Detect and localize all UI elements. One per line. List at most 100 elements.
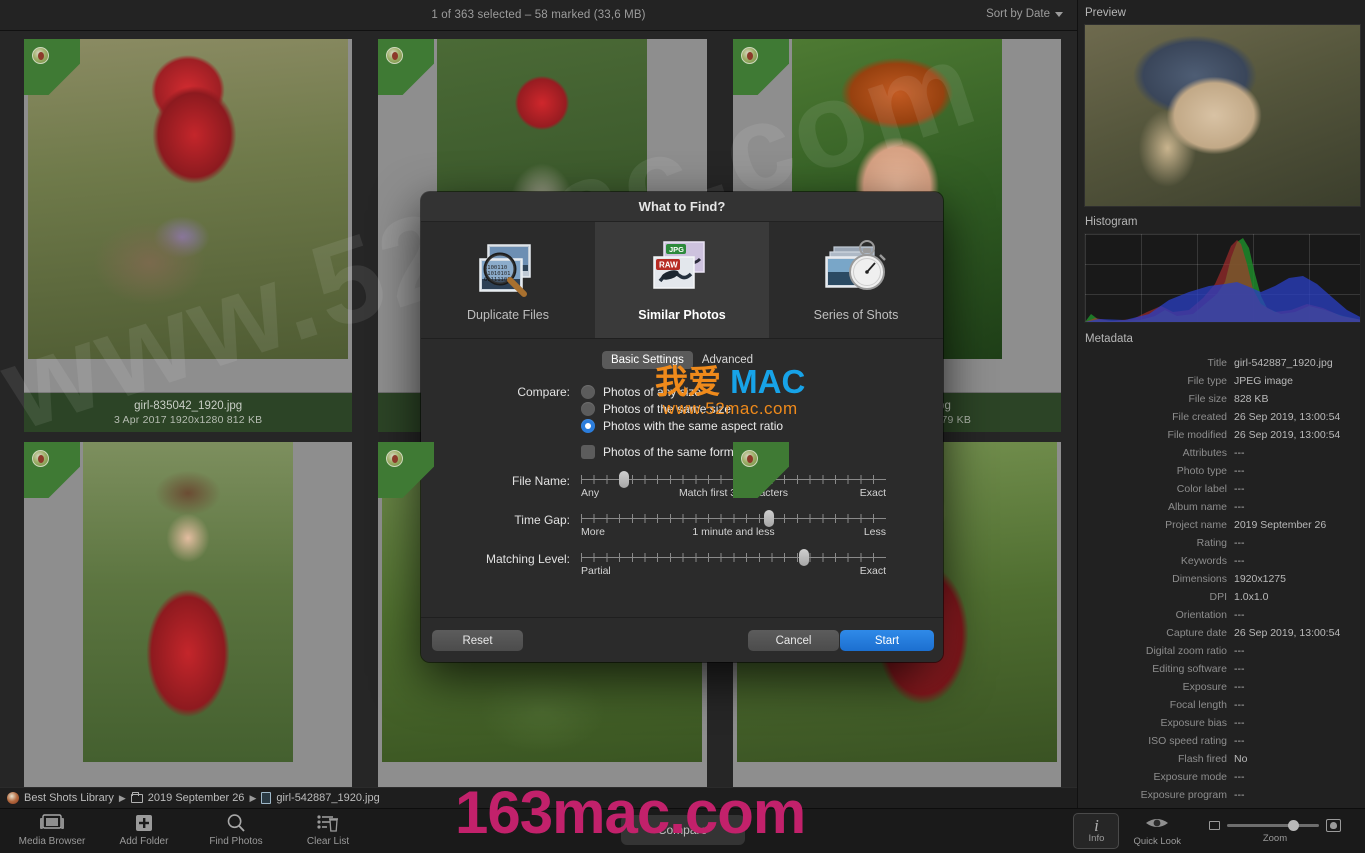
top-status-bar: 1 of 363 selected – 58 marked (33,6 MB) …	[0, 0, 1077, 31]
preview-image	[1084, 24, 1361, 207]
radio-label: Photos of the same size	[603, 402, 731, 416]
metadata-value: ---	[1234, 678, 1245, 696]
eye-icon	[1145, 816, 1169, 835]
breadcrumb[interactable]: Best Shots Library ▶ 2019 September 26 ▶…	[0, 787, 1077, 808]
checkbox-icon[interactable]	[581, 445, 595, 459]
metadata-row: File modified26 Sep 2019, 13:00:54	[1084, 426, 1360, 444]
sort-by-date-dropdown[interactable]: Sort by Date	[986, 8, 1063, 20]
settings-tabs[interactable]: Basic Settings Advanced	[602, 351, 762, 369]
metadata-row: File typeJPEG image	[1084, 372, 1360, 390]
metadata-row: Color label---	[1084, 480, 1360, 498]
metadata-key: Exposure mode	[1084, 768, 1234, 786]
thumbnail-caption: girl-835042_1920.jpg 3 Apr 2017 1920x128…	[24, 392, 352, 432]
metadata-row: Album name---	[1084, 498, 1360, 516]
cancel-button[interactable]: Cancel	[748, 630, 839, 651]
media-browser-icon	[39, 812, 65, 834]
quick-look-button[interactable]: Quick Look	[1133, 816, 1181, 847]
metadata-value: ---	[1234, 768, 1245, 786]
tab-advanced[interactable]: Advanced	[693, 351, 762, 369]
breadcrumb-library[interactable]: Best Shots Library	[24, 792, 114, 804]
radio-photos-same-size[interactable]: Photos of the same size	[581, 402, 783, 416]
folder-icon	[131, 794, 143, 803]
radio-icon[interactable]	[581, 402, 595, 416]
mode-duplicate-files[interactable]: 1100110 11010101 01111101 Duplicate File…	[421, 222, 595, 338]
start-button[interactable]: Start	[840, 630, 934, 651]
mode-series-of-shots[interactable]: Series of Shots	[769, 222, 943, 338]
slider-knob[interactable]	[764, 510, 774, 527]
matching-level-slider[interactable]: Partial Exact	[581, 551, 943, 581]
dialog-form: Compare: Photos of any size Photos of th…	[421, 369, 943, 581]
mode-similar-photos[interactable]: JPG RAW Similar Photos	[595, 222, 769, 338]
metadata-key: File created	[1084, 408, 1234, 426]
metadata-key: DPI	[1084, 588, 1234, 606]
metadata-key: Attributes	[1084, 444, 1234, 462]
radio-photos-any-size[interactable]: Photos of any size	[581, 385, 783, 399]
zoom-in-icon[interactable]	[1326, 819, 1341, 832]
radio-photos-same-aspect-ratio[interactable]: Photos with the same aspect ratio	[581, 419, 783, 433]
slider-label-right: Less	[864, 526, 886, 538]
metadata-row: Photo type---	[1084, 462, 1360, 480]
zoom-slider[interactable]	[1227, 824, 1319, 827]
breadcrumb-file[interactable]: girl-542887_1920.jpg	[276, 792, 379, 804]
toolbar-add-folder-button[interactable]: Add Folder	[108, 812, 180, 847]
checkbox-same-format-only[interactable]: Photos of the same format only	[581, 445, 783, 459]
quick-look-label: Quick Look	[1133, 836, 1181, 847]
thumbnail-cell[interactable]: girl-835053_1920.jpg 3 Apr 2017 1280x192…	[24, 442, 352, 788]
metadata-row: Exposure---	[1084, 678, 1360, 696]
svg-text:JPG: JPG	[669, 245, 684, 254]
toolbar-clear-list-button[interactable]: Clear List	[292, 812, 364, 847]
slider-track[interactable]	[581, 551, 886, 565]
thumbnail-image	[24, 442, 352, 762]
thumbnail-image	[24, 39, 352, 359]
time-gap-slider-label: Time Gap:	[421, 512, 581, 527]
thumbnail-cell[interactable]: girl-835042_1920.jpg 3 Apr 2017 1920x128…	[24, 39, 352, 432]
chevron-down-icon	[1055, 12, 1063, 17]
metadata-key: Dimensions	[1084, 570, 1234, 588]
slider-track[interactable]	[581, 512, 886, 526]
info-icon: i	[1094, 818, 1099, 833]
metadata-value: girl-542887_1920.jpg	[1234, 354, 1333, 372]
search-icon	[226, 812, 246, 834]
metadata-value: JPEG image	[1234, 372, 1293, 390]
slider-track[interactable]	[581, 473, 886, 487]
compare-radio-group[interactable]: Photos of any size Photos of the same si…	[581, 385, 783, 459]
slider-knob[interactable]	[799, 549, 809, 566]
zoom-slider-knob[interactable]	[1288, 820, 1299, 831]
metadata-key: File size	[1084, 390, 1234, 408]
metadata-value: ---	[1234, 696, 1245, 714]
metadata-value: ---	[1234, 552, 1245, 570]
zoom-out-icon[interactable]	[1209, 821, 1220, 830]
breadcrumb-folder[interactable]: 2019 September 26	[148, 792, 245, 804]
what-to-find-dialog: What to Find? 1100110 11010101 01111101	[421, 192, 943, 662]
radio-icon-selected[interactable]	[581, 419, 595, 433]
metadata-row: Editing software---	[1084, 660, 1360, 678]
metadata-row: Exposure mode---	[1084, 768, 1360, 786]
histogram-section-title: Histogram	[1084, 216, 1360, 233]
metadata-value: 26 Sep 2019, 13:00:54	[1234, 408, 1340, 426]
tab-basic-settings[interactable]: Basic Settings	[602, 351, 693, 369]
file-name-slider[interactable]: Any Match first 3 characters Exact	[581, 473, 943, 503]
metadata-value: ---	[1234, 444, 1245, 462]
compare-button[interactable]: Compare	[621, 815, 745, 845]
zoom-control[interactable]: Zoom	[1195, 819, 1355, 844]
dialog-mode-selector[interactable]: 1100110 11010101 01111101 Duplicate File…	[421, 222, 943, 339]
toolbar-item-label: Media Browser	[19, 836, 86, 847]
stopwatch-photos-icon	[810, 239, 902, 301]
radio-icon[interactable]	[581, 385, 595, 399]
metadata-value: 1.0x1.0	[1234, 588, 1268, 606]
info-button[interactable]: i Info	[1073, 813, 1119, 849]
toolbar-media-browser-button[interactable]: Media Browser	[16, 812, 88, 847]
time-gap-slider[interactable]: More 1 minute and less Less	[581, 512, 943, 542]
reset-button[interactable]: Reset	[432, 630, 523, 651]
metadata-value: 828 KB	[1234, 390, 1268, 408]
slider-tickmarks	[581, 553, 886, 562]
metadata-value: ---	[1234, 714, 1245, 732]
slider-label-right: Exact	[860, 487, 886, 499]
compare-label: Compare:	[421, 385, 581, 459]
slider-knob[interactable]	[619, 471, 629, 488]
metadata-key: Rating	[1084, 534, 1234, 552]
bottom-toolbar: Media Browser Add Folder	[0, 808, 1365, 853]
metadata-value: ---	[1234, 732, 1245, 750]
toolbar-find-photos-button[interactable]: Find Photos	[200, 812, 272, 847]
metadata-key: Exposure program	[1084, 786, 1234, 804]
